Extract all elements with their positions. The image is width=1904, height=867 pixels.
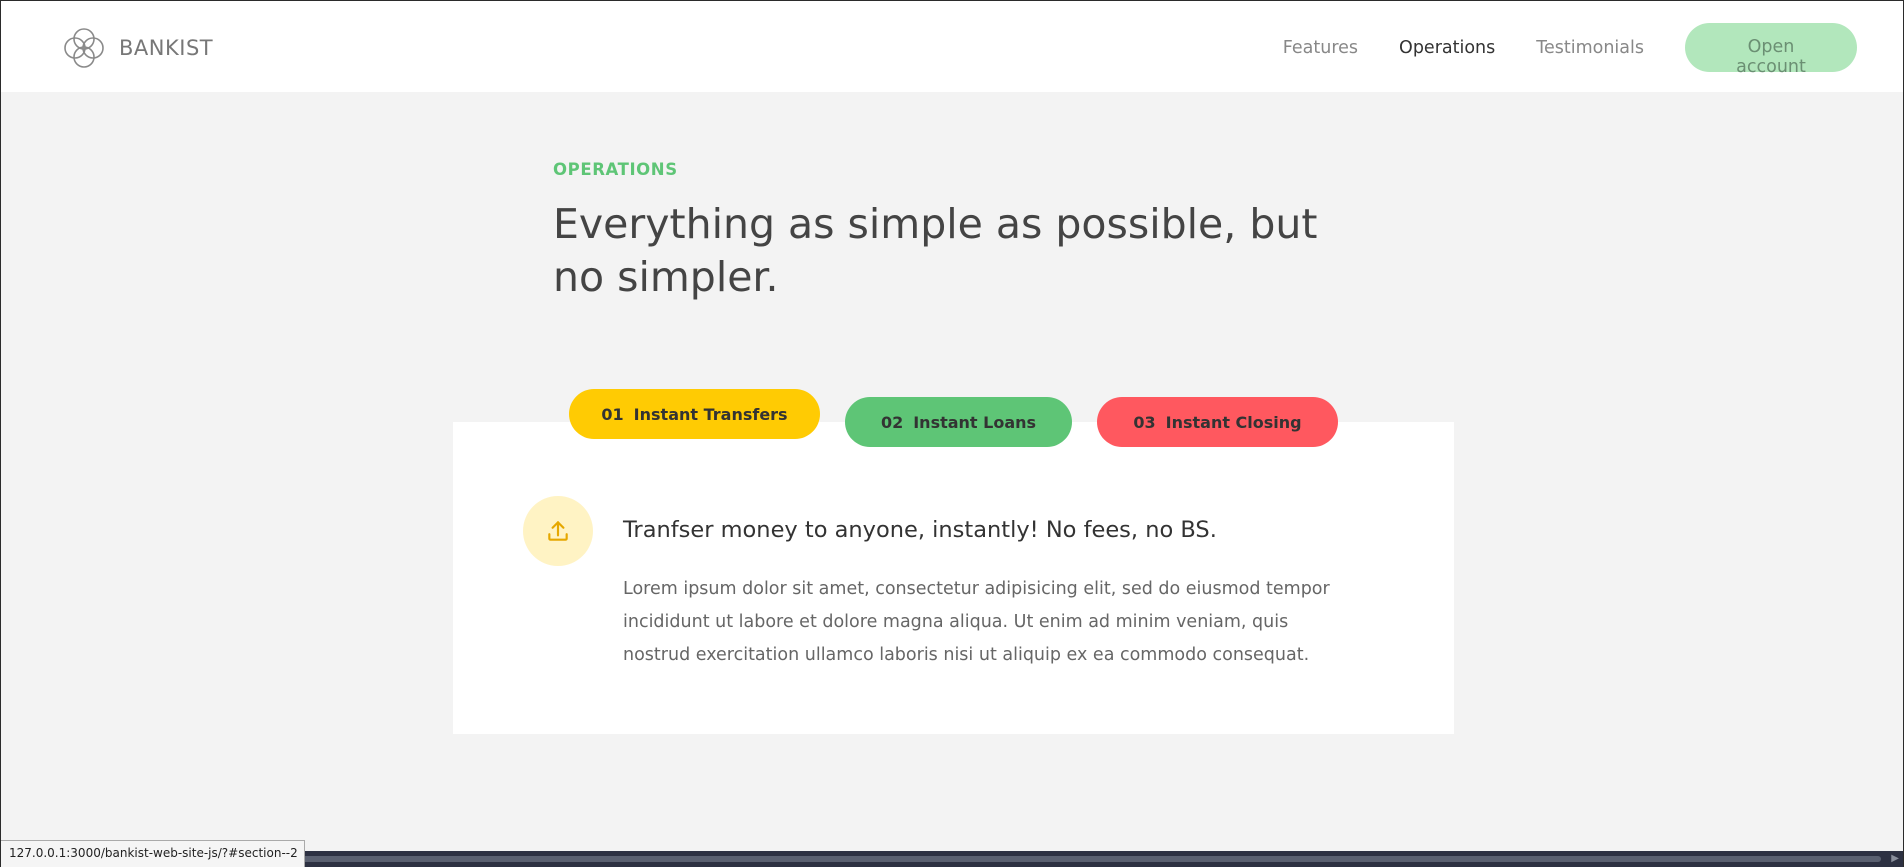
status-bar-url: 127.0.0.1:3000/bankist-web-site-js/?#sec… [1, 840, 305, 867]
scrollbar-thumb[interactable] [287, 856, 1881, 862]
tab-instant-loans[interactable]: 02 Instant Loans [845, 397, 1072, 447]
browser-viewport: BANKIST Features Operations Testimonials… [0, 0, 1904, 867]
tab-label: Instant Loans [913, 412, 1037, 432]
section-title: Everything as simple as possible, but no… [553, 200, 1318, 302]
logo[interactable]: BANKIST [61, 25, 213, 71]
tab-label: Instant Closing [1165, 412, 1302, 432]
open-account-button[interactable]: Open account [1685, 23, 1857, 77]
section-label: OPERATIONS [553, 160, 678, 179]
operation-icon-circle [523, 496, 593, 566]
tab-instant-transfers[interactable]: 01 Instant Transfers [569, 389, 820, 439]
nav-link-features[interactable]: Features [1283, 38, 1358, 58]
tab-label: Instant Transfers [633, 404, 788, 424]
nav-link-testimonials[interactable]: Testimonials [1536, 38, 1644, 58]
operation-heading: Tranfser money to anyone, instantly! No … [623, 517, 1217, 543]
bankist-logo-icon [64, 28, 104, 68]
nav-link-operations[interactable]: Operations [1399, 38, 1495, 58]
upload-icon [548, 521, 568, 541]
tab-number: 03 [1133, 412, 1156, 432]
nav-links: Features Operations Testimonials Open ac… [1283, 23, 1857, 77]
scroll-right-arrow-icon[interactable]: ▶ [1891, 853, 1899, 864]
tab-number: 02 [880, 412, 904, 432]
tab-instant-closing[interactable]: 03 Instant Closing [1097, 397, 1338, 447]
logo-text: BANKIST [119, 36, 214, 60]
operation-text: Lorem ipsum dolor sit amet, consectetur … [623, 579, 1330, 665]
tab-number: 01 [601, 404, 624, 424]
navbar: BANKIST Features Operations Testimonials… [1, 1, 1903, 92]
